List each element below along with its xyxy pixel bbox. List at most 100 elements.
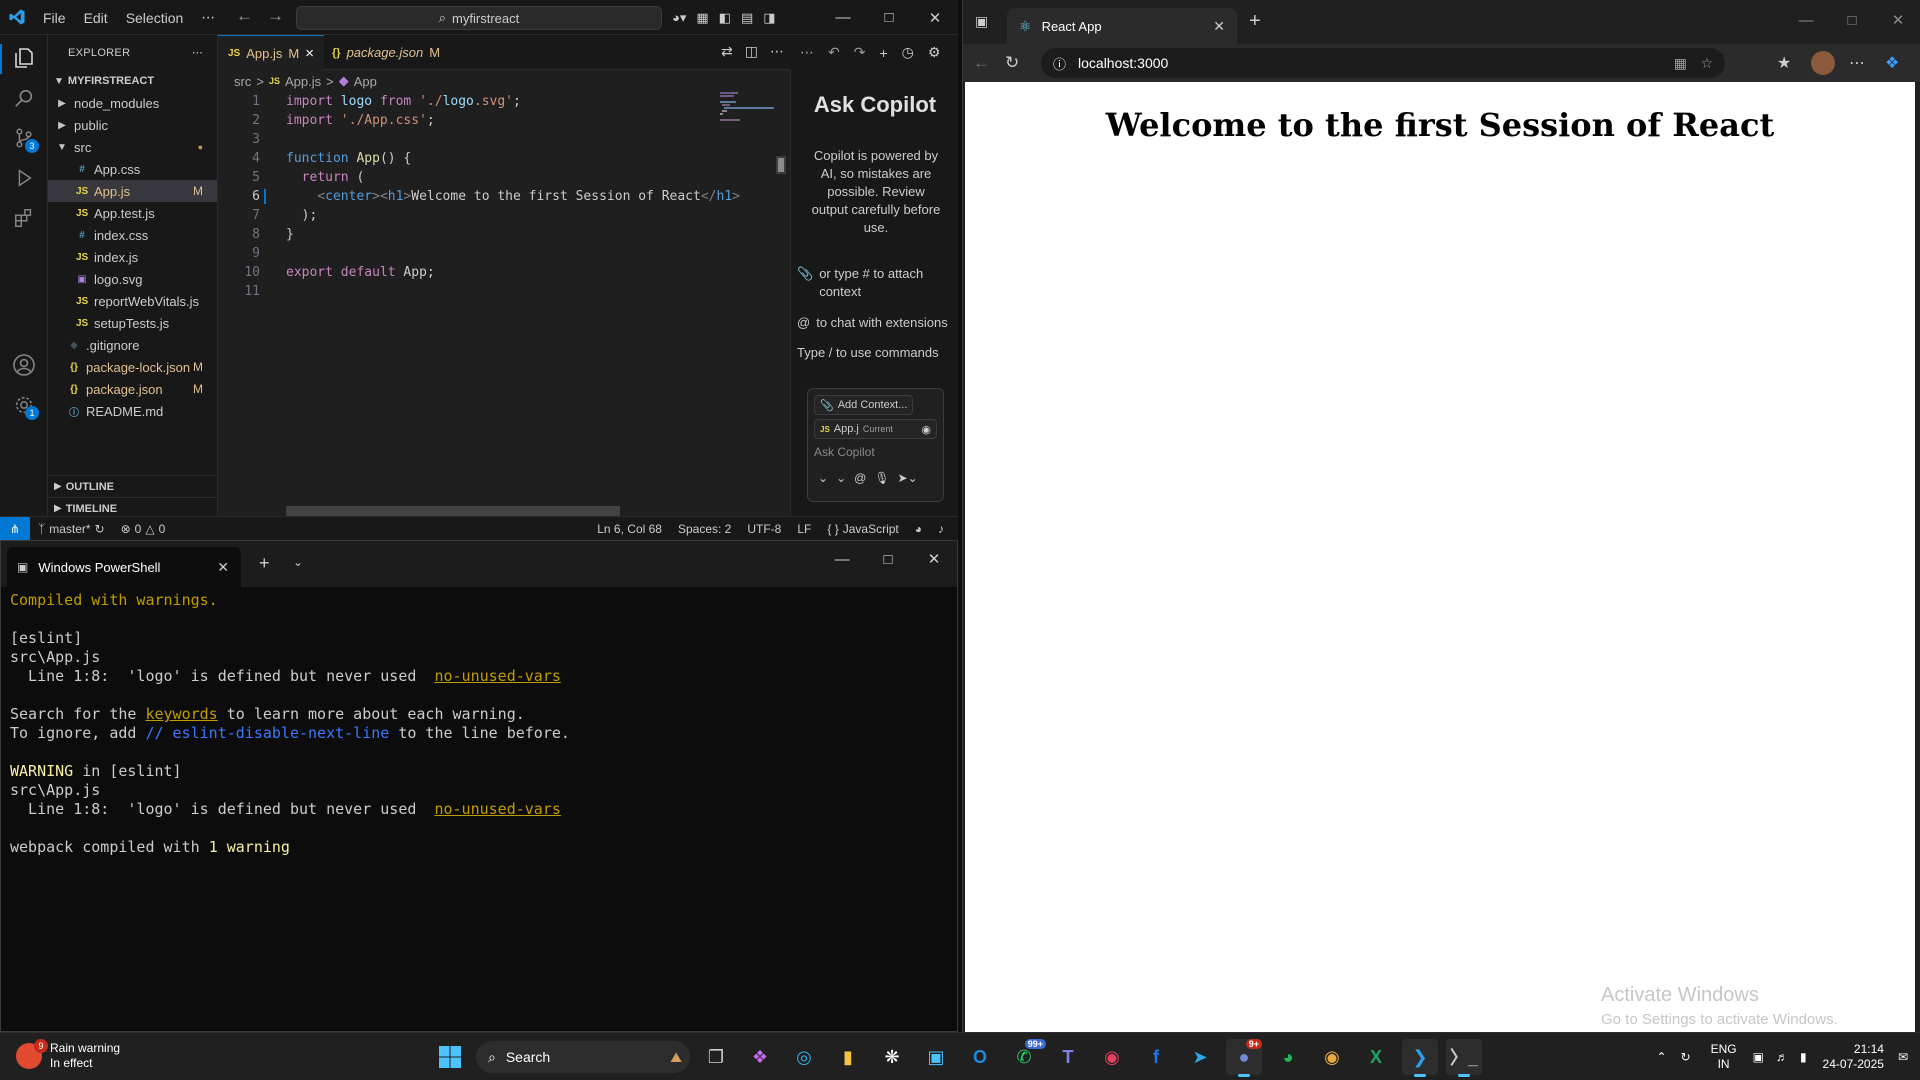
code-line[interactable]: 11: [218, 282, 718, 301]
tree-item[interactable]: {} package-lock.json M: [48, 356, 217, 378]
spotify-icon[interactable]: ◕: [1270, 1039, 1306, 1075]
new-tab-icon[interactable]: +: [259, 553, 270, 574]
at-mention-icon[interactable]: @: [854, 471, 866, 485]
tab-package-json[interactable]: {} package.json M: [322, 35, 450, 70]
start-windows-icon[interactable]: [432, 1039, 468, 1075]
chatgpt-icon[interactable]: ❋: [874, 1039, 910, 1075]
toggle-panel-icon[interactable]: ▤: [741, 10, 753, 26]
address-bar[interactable]: ⓘ localhost:3000 ▦ ☆: [1041, 48, 1725, 78]
tree-item[interactable]: JS index.js: [48, 246, 217, 268]
chevron-down-icon[interactable]: ⌄: [818, 471, 828, 485]
tree-item[interactable]: # App.css: [48, 158, 217, 180]
instagram-icon[interactable]: ◉: [1094, 1039, 1130, 1075]
tab-react-app[interactable]: ⚛ React App ✕: [1007, 8, 1237, 44]
new-tab-icon[interactable]: +: [1249, 10, 1261, 33]
copilot-icon[interactable]: ◕▾: [672, 10, 686, 26]
breadcrumb-folder[interactable]: src: [234, 74, 251, 89]
more-actions-icon[interactable]: ⋯: [770, 43, 784, 60]
close-icon[interactable]: ✕: [912, 0, 958, 35]
taskbar-search[interactable]: ⌕ Search ⛰: [476, 1041, 690, 1073]
forward-arrow-icon[interactable]: →: [267, 6, 284, 26]
encoding[interactable]: UTF-8: [739, 522, 789, 536]
discord-icon[interactable]: ● 9+: [1226, 1039, 1262, 1077]
tree-item[interactable]: ▶ node_modules: [48, 92, 217, 114]
more-actions-icon[interactable]: ⋯: [192, 46, 203, 59]
close-icon[interactable]: ✕: [1213, 18, 1225, 35]
code-line[interactable]: 5 return (: [218, 168, 718, 187]
history-icon[interactable]: ◷: [902, 44, 914, 61]
code-line[interactable]: 10 export default App;: [218, 263, 718, 282]
code-line[interactable]: 1 import logo from './logo.svg';: [218, 92, 718, 111]
network-icon[interactable]: ▣: [1753, 1050, 1764, 1064]
menu-edit[interactable]: Edit: [77, 7, 115, 29]
terminal-taskbar-icon[interactable]: 〉_: [1446, 1039, 1482, 1077]
battery-icon[interactable]: ▮: [1800, 1050, 1807, 1064]
send-icon[interactable]: ➤⌄: [898, 471, 918, 485]
terminal-output[interactable]: Compiled with warnings. [eslint] src\App…: [1, 587, 957, 861]
branch-status[interactable]: ᛉ master* ↻: [30, 522, 113, 536]
profile-avatar[interactable]: [1811, 51, 1835, 75]
refresh-icon[interactable]: ↻: [1005, 53, 1019, 73]
volume-icon[interactable]: ♬: [1776, 1050, 1788, 1064]
teams-icon[interactable]: T: [1050, 1039, 1086, 1075]
weather-widget[interactable]: 9 Rain warning In effect: [16, 1039, 120, 1071]
language-mode[interactable]: { } JavaScript: [819, 522, 906, 536]
menu-file[interactable]: File: [36, 7, 73, 29]
code-line[interactable]: 2 import './App.css';: [218, 111, 718, 130]
more-actions-icon[interactable]: ⋯: [800, 44, 814, 61]
minimize-icon[interactable]: —: [819, 541, 865, 577]
close-icon[interactable]: ✕: [911, 541, 957, 577]
maximize-icon[interactable]: □: [866, 0, 912, 35]
rule-link[interactable]: no-unused-vars: [434, 667, 560, 685]
tab-actions-icon[interactable]: ▣: [975, 13, 988, 30]
remote-icon[interactable]: ⋔: [0, 516, 30, 540]
vscode-taskbar-icon[interactable]: ❯: [1402, 1039, 1438, 1077]
code-line[interactable]: 6 <center><h1>Welcome to the first Sessi…: [218, 187, 740, 206]
tree-item[interactable]: JS reportWebVitals.js: [48, 290, 217, 312]
accounts-icon[interactable]: [11, 352, 37, 378]
language-indicator[interactable]: ENG IN: [1711, 1042, 1737, 1072]
menu-more[interactable]: ⋯: [194, 6, 222, 29]
excel-icon[interactable]: X: [1358, 1039, 1394, 1075]
chrome-icon[interactable]: ◉: [1314, 1039, 1350, 1075]
favorites-icon[interactable]: ★: [1777, 53, 1791, 73]
microsoft-store-icon[interactable]: ▣: [918, 1039, 954, 1075]
tree-item[interactable]: ▼ src ●: [48, 136, 217, 158]
copilot-app-icon[interactable]: ❖: [742, 1039, 778, 1075]
onedrive-sync-icon[interactable]: ↻: [1681, 1050, 1691, 1064]
chevron-down-icon[interactable]: ⌄: [293, 555, 303, 569]
outlook-icon[interactable]: O: [962, 1039, 998, 1075]
tree-item[interactable]: JS setupTests.js: [48, 312, 217, 334]
explorer-files-icon[interactable]: [11, 45, 37, 71]
gear-icon[interactable]: ⚙: [928, 44, 941, 61]
current-file-chip[interactable]: JS App.j Current ◉: [814, 419, 937, 439]
code-line[interactable]: 3: [218, 130, 718, 149]
toggle-primary-sidebar-icon[interactable]: ◧: [719, 10, 731, 26]
project-root[interactable]: ▼ MYFIRSTREACT: [48, 70, 217, 92]
search-icon[interactable]: [11, 85, 37, 111]
edge-icon[interactable]: ◎: [786, 1039, 822, 1075]
clock[interactable]: 21:14 24-07-2025: [1823, 1042, 1884, 1072]
tab-powershell[interactable]: ▣ Windows PowerShell ✕: [7, 547, 241, 587]
cursor-position[interactable]: Ln 6, Col 68: [589, 522, 670, 536]
chevron-up-icon[interactable]: ⌃: [1656, 1050, 1666, 1064]
facebook-icon[interactable]: f: [1138, 1039, 1174, 1075]
code-line[interactable]: 7 );: [218, 206, 718, 225]
back-arrow-icon[interactable]: ←: [236, 6, 253, 26]
split-editor-icon[interactable]: ◫: [745, 43, 758, 60]
new-chat-icon[interactable]: +: [879, 45, 887, 61]
copilot-input[interactable]: Ask Copilot: [814, 445, 875, 459]
code-line[interactable]: 9: [218, 244, 718, 263]
breadcrumb-file[interactable]: App.js: [285, 74, 321, 89]
copilot-icon[interactable]: ❖: [1885, 53, 1899, 73]
tree-item[interactable]: # index.css: [48, 224, 217, 246]
compare-changes-icon[interactable]: ⇄: [721, 43, 733, 60]
back-arrow-icon[interactable]: ←: [973, 53, 990, 73]
tree-item[interactable]: ▣ logo.svg: [48, 268, 217, 290]
horizontal-scrollbar[interactable]: [286, 506, 620, 516]
bell-icon[interactable]: ♪: [930, 522, 958, 536]
notifications-icon[interactable]: ✉: [1898, 1050, 1908, 1064]
tree-item[interactable]: JS App.test.js: [48, 202, 217, 224]
close-icon[interactable]: ✕: [1875, 0, 1920, 40]
extensions-icon[interactable]: [11, 205, 37, 231]
